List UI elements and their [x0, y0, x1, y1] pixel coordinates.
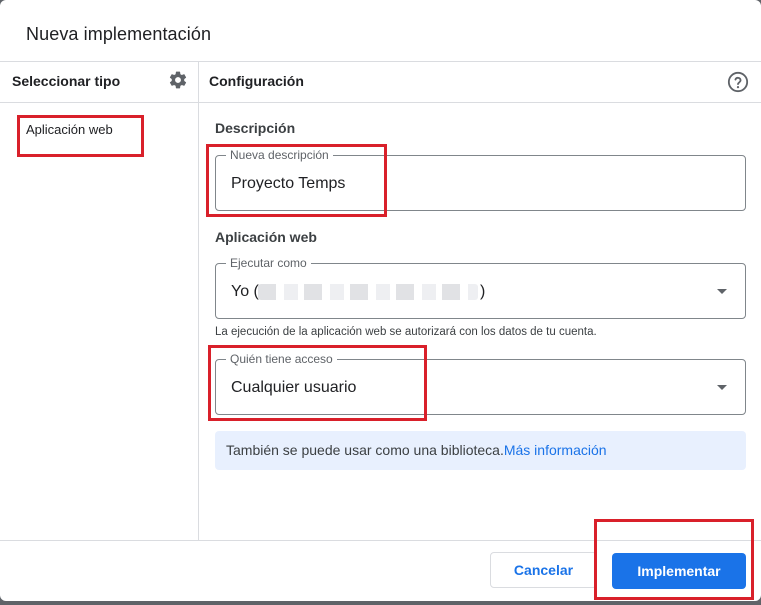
deploy-button[interactable]: Implementar — [612, 553, 746, 589]
footer-divider — [0, 540, 761, 541]
library-info-text: También se puede usar como una bibliotec… — [226, 442, 607, 458]
configuration-heading: Configuración — [209, 73, 304, 89]
execute-as-legend: Ejecutar como — [226, 256, 311, 270]
who-has-access-value: Cualquier usuario — [231, 379, 357, 396]
gear-icon[interactable] — [168, 70, 188, 90]
description-field-value: Proyecto Temps — [231, 175, 346, 192]
dialog-title: Nueva implementación — [26, 24, 212, 44]
who-has-access-legend: Quién tiene acceso — [226, 352, 337, 366]
web-app-section-label: Aplicación web — [215, 229, 317, 245]
library-info-message: También se puede usar como una bibliotec… — [226, 442, 504, 458]
panel-divider — [198, 62, 199, 540]
execute-as-suffix: ) — [480, 283, 486, 300]
new-deployment-dialog: Nueva implementación Seleccionar tipo Ap… — [0, 0, 761, 601]
type-item-web-app[interactable]: Aplicación web — [26, 122, 113, 137]
description-section-label: Descripción — [215, 120, 296, 136]
dropdown-arrow-icon — [717, 289, 727, 294]
library-info-box: También se puede usar como una bibliotec… — [215, 431, 746, 470]
execute-as-select[interactable]: Ejecutar como Yo ( ) — [215, 256, 746, 319]
execute-as-prefix: Yo ( — [231, 283, 259, 300]
header-divider — [0, 61, 761, 62]
select-type-heading: Seleccionar tipo — [12, 73, 121, 89]
description-field-legend: Nueva descripción — [226, 148, 333, 162]
who-has-access-select[interactable]: Quién tiene acceso Cualquier usuario — [215, 352, 746, 415]
execute-as-hint: La ejecución de la aplicación web se aut… — [215, 326, 597, 338]
dropdown-arrow-icon — [717, 385, 727, 390]
redacted-account-email — [258, 284, 478, 300]
panel-header-divider — [0, 102, 761, 103]
cancel-button[interactable]: Cancelar — [490, 552, 597, 588]
description-field[interactable]: Nueva descripción Proyecto Temps — [215, 148, 746, 211]
help-circle-icon[interactable] — [727, 71, 749, 93]
more-info-link[interactable]: Más información — [504, 442, 607, 458]
